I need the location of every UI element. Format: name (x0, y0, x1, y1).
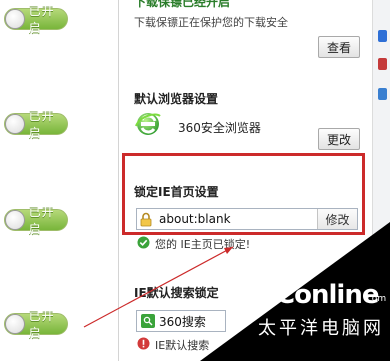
watermark-brand: PConline (258, 280, 379, 310)
watermark-subtitle: 太平洋电脑网 (258, 318, 384, 339)
pconline-watermark: PConline .com 太平洋电脑网 (258, 280, 388, 360)
watermark-domain: .com (364, 294, 387, 304)
